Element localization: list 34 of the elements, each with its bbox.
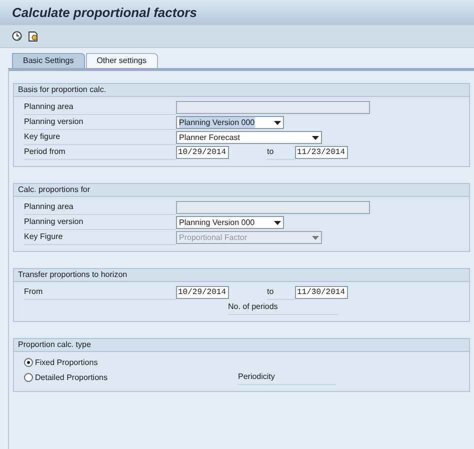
- field-label: Planning version: [24, 115, 176, 130]
- dropdown-caret-icon: [274, 220, 281, 224]
- dropdown-caret-icon: [312, 236, 319, 240]
- field-label: Key figure: [24, 130, 176, 145]
- date-field[interactable]: 11/30/2014: [295, 286, 348, 299]
- field-label: Planning area: [24, 200, 176, 215]
- clock-execute-icon[interactable]: [12, 31, 22, 41]
- date-field[interactable]: 11/23/2014: [295, 146, 348, 159]
- field-label: Planning version: [24, 215, 176, 230]
- title-bar: Calculate proportional factors: [0, 0, 474, 25]
- group-title: Transfer proportions to horizon: [14, 269, 469, 282]
- dropdown-field[interactable]: Planning Version 000: [176, 216, 284, 229]
- date-field[interactable]: 10/29/2014: [176, 286, 229, 299]
- field-label: Periodicity: [238, 370, 336, 385]
- tab[interactable]: Basic Settings: [12, 53, 85, 68]
- group-title: Calc. proportions for: [14, 184, 469, 197]
- radio-button[interactable]: [24, 373, 33, 382]
- field-label: Planning area: [24, 100, 176, 115]
- tab[interactable]: Other settings: [86, 53, 158, 68]
- field-label: From: [24, 285, 176, 300]
- field-label: Period from: [24, 145, 176, 160]
- group-title: Proportion calc. type: [14, 339, 469, 352]
- dropdown-caret-icon: [312, 136, 319, 140]
- radio-option[interactable]: Fixed Proportions: [24, 356, 238, 368]
- dropdown-field[interactable]: Planning Version 000: [176, 116, 284, 129]
- dropdown-field[interactable]: Planner Forecast: [176, 131, 322, 144]
- field-label: Key Figure: [24, 230, 176, 245]
- document-settings-icon[interactable]: [28, 30, 39, 42]
- date-field[interactable]: 10/29/2014: [176, 146, 229, 159]
- field-label: No. of periods: [228, 300, 338, 315]
- radio-option[interactable]: Detailed Proportions: [24, 372, 238, 384]
- dropdown-caret-icon: [274, 120, 281, 124]
- group-title: Basis for proportion calc.: [14, 84, 469, 97]
- radio-button[interactable]: [24, 358, 33, 367]
